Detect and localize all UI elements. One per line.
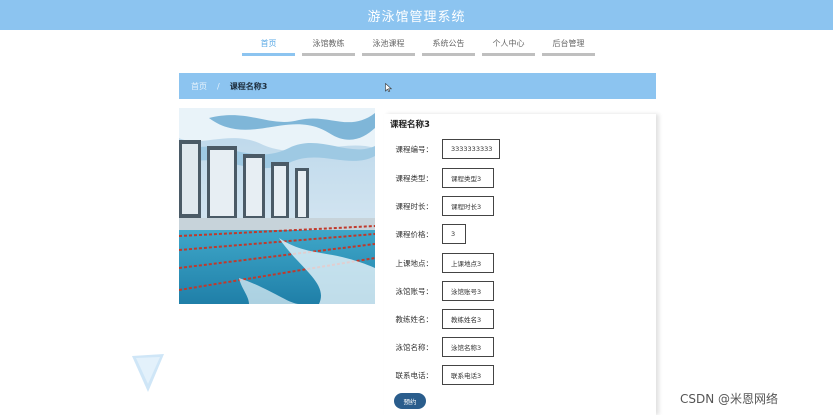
field-row-venue-account: 泳馆账号： 泳馆账号3	[384, 280, 494, 302]
breadcrumb-current: 课程名称3	[229, 81, 268, 91]
field-row-coach-name: 教练姓名： 教练姓名3	[384, 308, 494, 330]
field-label: 教练姓名：	[395, 314, 434, 324]
field-label: 上课地点：	[395, 258, 434, 268]
nav-item-admin[interactable]: 后台管理	[542, 38, 595, 58]
nav-item-courses[interactable]: 泳池课程	[362, 38, 415, 58]
field-row-course-id: 课程编号： 3333333333	[384, 138, 500, 160]
field-row-venue-name: 泳馆名称： 泳馆名称3	[384, 336, 494, 358]
course-detail-panel: 课程名称3 课程编号： 3333333333 课程类型： 课程类型3 课程时长：…	[384, 114, 656, 415]
course-image	[179, 108, 375, 304]
course-title: 课程名称3	[390, 120, 430, 130]
field-row-course-type: 课程类型： 课程类型3	[384, 167, 494, 189]
field-label: 课程时长：	[395, 201, 434, 211]
field-value: 泳馆名称3	[442, 337, 494, 357]
field-label: 课程价格：	[395, 229, 434, 239]
field-value: 上课地点3	[442, 253, 494, 273]
field-row-course-price: 课程价格： 3	[384, 223, 466, 245]
field-value: 课程类型3	[442, 168, 494, 188]
field-value: 联系电话3	[442, 365, 494, 385]
field-row-phone: 联系电话： 联系电话3	[384, 364, 494, 386]
breadcrumb: 首页 / 课程名称3	[179, 73, 656, 99]
header-bar: 游泳馆管理系统	[0, 0, 833, 30]
book-button[interactable]: 预约	[394, 393, 426, 409]
nav-item-coaches[interactable]: 泳馆教练	[302, 38, 355, 58]
field-label: 联系电话：	[395, 370, 434, 380]
field-value: 3333333333	[442, 139, 500, 159]
watermark: CSDN @米恩网络	[680, 392, 779, 406]
nav-item-notices[interactable]: 系统公告	[422, 38, 475, 58]
nav-item-profile[interactable]: 个人中心	[482, 38, 535, 58]
mouse-cursor-icon	[385, 83, 392, 92]
field-value: 课程时长3	[442, 196, 494, 216]
field-label: 课程编号：	[395, 144, 434, 154]
main-nav: 首页 泳馆教练 泳池课程 系统公告 个人中心 后台管理	[242, 38, 595, 60]
field-value: 3	[442, 224, 466, 244]
field-row-course-duration: 课程时长： 课程时长3	[384, 195, 494, 217]
breadcrumb-separator: /	[217, 81, 220, 91]
app-title: 游泳馆管理系统	[367, 9, 466, 25]
field-label: 课程类型：	[395, 173, 434, 183]
field-row-class-location: 上课地点： 上课地点3	[384, 252, 494, 274]
decorative-triangle-icon	[132, 354, 164, 392]
nav-item-home[interactable]: 首页	[242, 38, 295, 58]
field-value: 泳馆账号3	[442, 281, 494, 301]
field-label: 泳馆名称：	[395, 342, 434, 352]
pool-illustration	[179, 108, 375, 304]
breadcrumb-home[interactable]: 首页	[191, 81, 207, 92]
field-value: 教练姓名3	[442, 309, 494, 329]
field-label: 泳馆账号：	[395, 286, 434, 296]
